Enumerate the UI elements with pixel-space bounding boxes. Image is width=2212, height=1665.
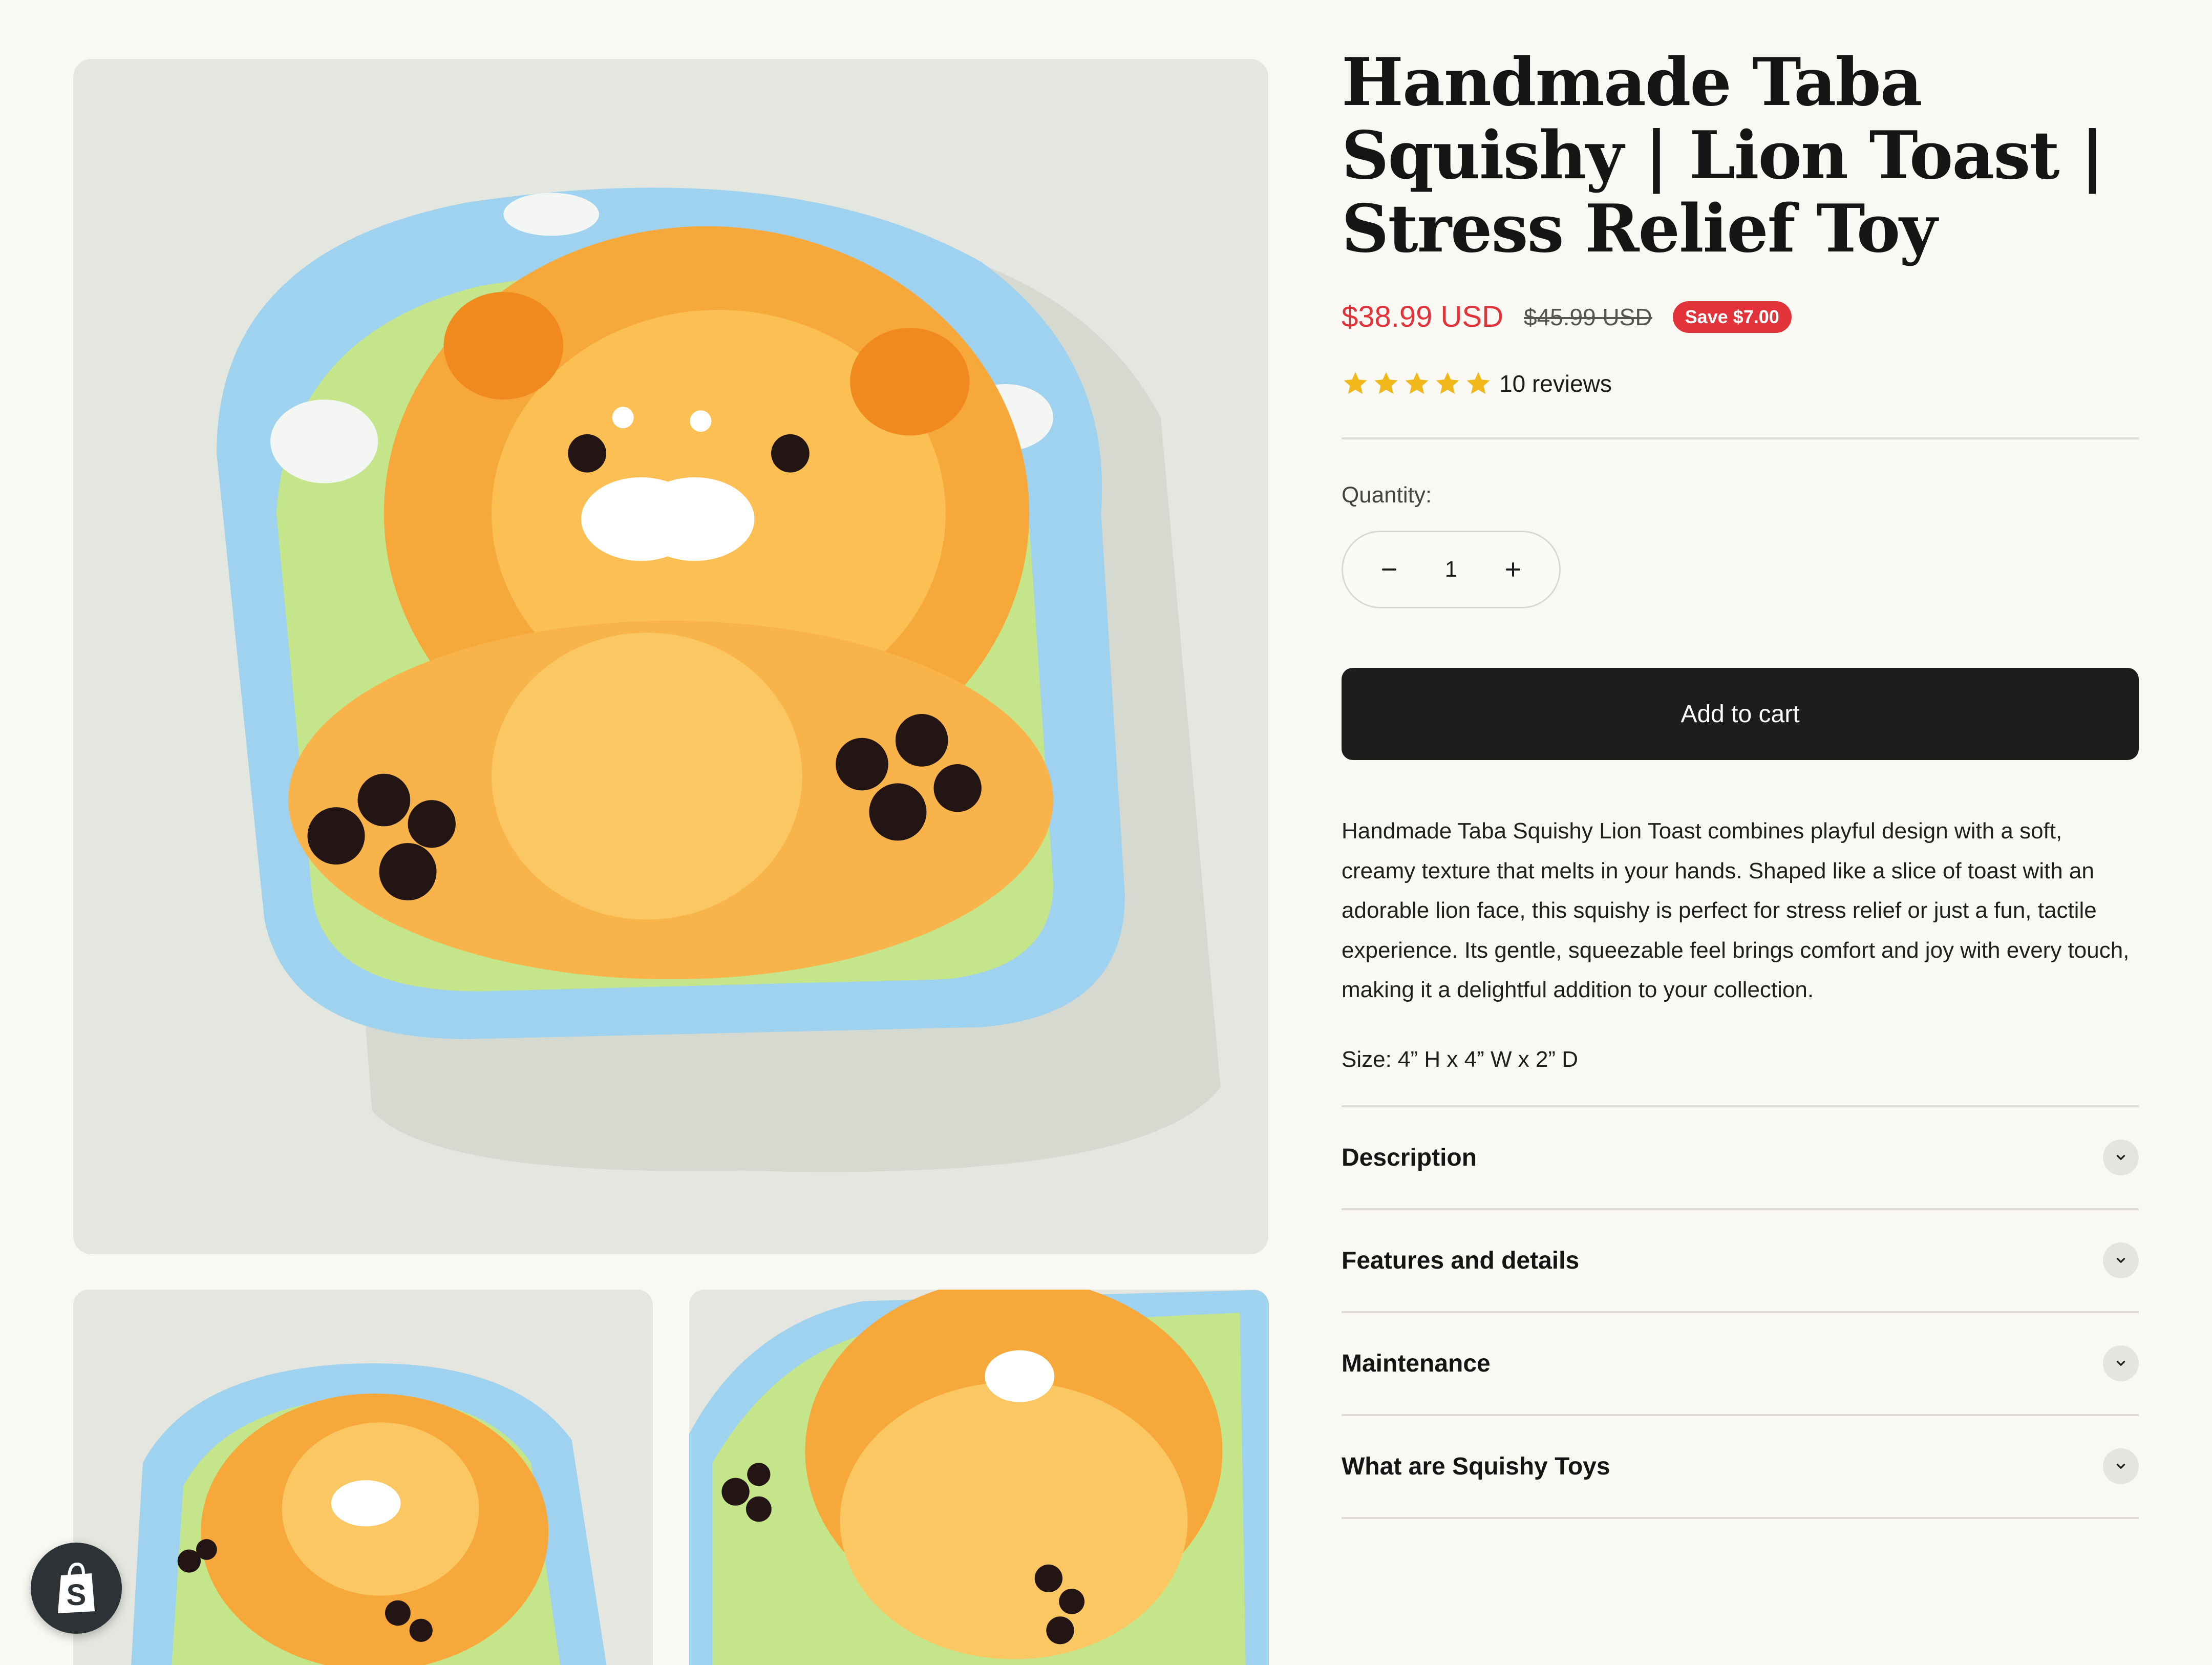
accordion-label: Features and details — [1342, 1247, 1580, 1274]
plus-icon[interactable] — [1503, 559, 1523, 580]
product-title: Handmade Taba Squishy | Lion Toast | Str… — [1342, 44, 2104, 267]
product-size: Size: 4” H x 4” W x 2” D — [1342, 1046, 1579, 1072]
sale-price: $38.99 USD — [1342, 300, 1503, 333]
accordion-item-description[interactable]: Description — [1342, 1107, 2139, 1210]
accordion-label: Description — [1342, 1144, 1477, 1171]
chevron-down-icon[interactable] — [2103, 1345, 2139, 1381]
reviews-count[interactable]: 10 reviews — [1499, 370, 1612, 397]
star-icon — [1466, 372, 1490, 394]
lion-toast-thumbnail-photo — [73, 1290, 653, 1665]
chevron-down-icon[interactable] — [2103, 1448, 2139, 1484]
lion-toast-closeup-photo — [689, 1290, 1269, 1665]
add-to-cart-button[interactable]: Add to cart — [1342, 668, 2139, 760]
product-thumbnail-2[interactable] — [689, 1290, 1269, 1665]
shopify-bag-icon[interactable]: S — [31, 1543, 122, 1634]
product-main-image[interactable] — [73, 59, 1268, 1254]
quantity-value[interactable]: 1 — [1445, 557, 1457, 582]
lion-toast-photo — [73, 59, 1268, 1254]
accordion-item-squishy-toys[interactable]: What are Squishy Toys — [1342, 1416, 2139, 1519]
accordion-label: Maintenance — [1342, 1350, 1491, 1377]
compare-price: $45.99 USD — [1523, 303, 1652, 330]
star-icon — [1344, 372, 1367, 394]
accordion-item-maintenance[interactable]: Maintenance — [1342, 1313, 2139, 1416]
chevron-down-icon[interactable] — [2103, 1242, 2139, 1278]
save-badge: Save $7.00 — [1672, 301, 1792, 333]
product-info: Handmade Taba Squishy | Lion Toast | Str… — [1342, 46, 2139, 1519]
price-row: $38.99 USD $45.99 USD Save $7.00 — [1342, 300, 2139, 334]
quantity-label: Quantity: — [1342, 482, 1432, 508]
accordion-label: What are Squishy Toys — [1342, 1452, 1610, 1480]
svg-text:S: S — [67, 1578, 87, 1612]
rating-stars — [1342, 370, 1492, 397]
product-thumbnail-1[interactable] — [73, 1290, 653, 1665]
minus-icon[interactable] — [1379, 559, 1399, 580]
star-icon — [1405, 372, 1429, 394]
star-icon — [1436, 372, 1459, 394]
rating-row[interactable]: 10 reviews — [1342, 370, 2139, 397]
product-description: Handmade Taba Squishy Lion Toast combine… — [1342, 818, 2130, 1002]
chevron-down-icon[interactable] — [2103, 1140, 2139, 1175]
product-accordion: Description Features and details Mainten… — [1342, 1105, 2139, 1519]
star-icon — [1374, 372, 1398, 394]
quantity-stepper: 1 — [1342, 531, 1561, 608]
divider — [1342, 437, 2139, 439]
accordion-item-features[interactable]: Features and details — [1342, 1210, 2139, 1313]
